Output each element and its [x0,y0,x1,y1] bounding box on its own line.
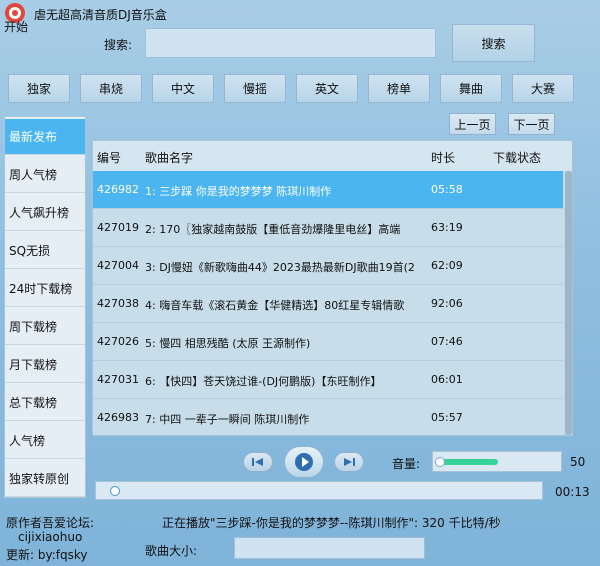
song-name: 1: 三步踩 你是我的梦梦梦 陈琪川制作 [145,185,332,198]
sidebar-item-rising[interactable]: 人气飙升榜 [5,195,85,231]
song-name: 7: 中四 一辈子一瞬间 陈琪川制作 [145,413,310,426]
search-input[interactable] [145,28,436,58]
sidebar-item-sq-lossless[interactable]: SQ无损 [5,233,85,269]
column-header-duration[interactable]: 时长 [431,149,455,166]
table-header: 编号 歌曲名字 时长 下载状态 [93,141,572,171]
sidebar-item-total-downloads[interactable]: 总下载榜 [5,385,85,421]
song-size-field [234,537,425,559]
play-icon [295,453,313,471]
sidebar-item-monthly-downloads[interactable]: 月下载榜 [5,347,85,383]
volume-fill [439,459,498,465]
play-button[interactable] [284,446,324,478]
song-id: 427031 [97,373,139,386]
song-duration: 92:06 [431,297,463,310]
category-button-english[interactable]: 英文 [296,74,358,103]
next-track-button[interactable] [334,452,364,472]
search-button[interactable]: 搜索 [452,24,535,62]
song-duration: 62:09 [431,259,463,272]
song-id: 427026 [97,335,139,348]
table-row[interactable]: 426982 1: 三步踩 你是我的梦梦梦 陈琪川制作 05:58 [93,171,563,209]
search-label: 搜索: [104,38,133,52]
sidebar-item-weekly-downloads[interactable]: 周下载榜 [5,309,85,345]
category-button-slow-rock[interactable]: 慢摇 [224,74,286,103]
prev-page-button[interactable]: 上一页 [449,113,496,135]
table-row[interactable]: 426983 7: 中四 一辈子一瞬间 陈琪川制作 05:57 [93,399,563,435]
column-header-name[interactable]: 歌曲名字 [145,149,193,166]
sidebar-item-popular[interactable]: 人气榜 [5,423,85,459]
progress-slider[interactable] [95,481,543,500]
column-header-id[interactable]: 编号 [97,149,121,166]
sidebar-item-latest[interactable]: 最新发布 [5,119,85,155]
volume-knob[interactable] [435,457,445,467]
start-label[interactable]: 开始 [4,18,28,35]
song-duration: 05:57 [431,411,463,424]
volume-value: 50 [570,455,586,469]
sidebar-item-exclusive-original[interactable]: 独家转原创 [5,461,85,497]
song-name: 4: 嗨音车载《滚石黄金【华健精选】80红星专辑情歌 [145,299,405,312]
author-label: 原作者吾爱论坛: [6,516,95,530]
now-playing-text: 正在播放"三步踩-你是我的梦梦梦--陈琪川制作": 320 千比特/秒 [162,516,501,530]
updated-label: 更新: by:fqsky [6,548,88,562]
column-header-download-status[interactable]: 下载状态 [493,149,541,166]
table-row[interactable]: 427026 5: 慢四 相思残酷 (太原 王源制作) 07:46 [93,323,563,361]
app-title: 虐无超高清音质DJ音乐盒 [34,8,167,22]
previous-track-button[interactable] [243,452,273,472]
category-button-dance[interactable]: 舞曲 [440,74,502,103]
author-name: cijixiaohuo [18,530,83,544]
sidebar: 最新发布 周人气榜 人气飙升榜 SQ无损 24时下载榜 周下载榜 月下载榜 总下… [4,116,86,498]
song-id: 426982 [97,183,139,196]
song-table: 编号 歌曲名字 时长 下载状态 426982 1: 三步踩 你是我的梦梦梦 陈琪… [92,140,573,436]
table-row[interactable]: 427019 2: 170〖独家越南鼓版【重低音劲爆隆里电丝】高端 63:19 [93,209,563,247]
next-page-button[interactable]: 下一页 [508,113,555,135]
song-id: 427019 [97,221,139,234]
song-name: 5: 慢四 相思残酷 (太原 王源制作) [145,337,311,350]
volume-slider[interactable] [432,451,562,472]
table-row[interactable]: 427004 3: DJ慢妞《新歌嗨曲44》2023最热最新DJ歌曲19首(2 … [93,247,563,285]
skip-back-icon [252,458,263,466]
song-name: 6: 【快四】苍天饶过谁-(DJ何鹏版)【东旺制作】 [145,375,382,388]
song-name: 3: DJ慢妞《新歌嗨曲44》2023最热最新DJ歌曲19首(2 [145,261,415,274]
song-id: 427004 [97,259,139,272]
volume-label: 音量: [392,457,421,471]
category-button-charts[interactable]: 榜单 [368,74,430,103]
song-duration: 07:46 [431,335,463,348]
scrollbar-thumb[interactable] [565,171,572,435]
table-row[interactable]: 427038 4: 嗨音车载《滚石黄金【华健精选】80红星专辑情歌 92:06 [93,285,563,323]
progress-knob[interactable] [110,486,120,496]
category-button-contest[interactable]: 大赛 [512,74,574,103]
table-scrollbar[interactable] [564,171,572,435]
song-duration: 63:19 [431,221,463,234]
song-id: 427038 [97,297,139,310]
category-button-exclusive[interactable]: 独家 [8,74,70,103]
category-button-medley[interactable]: 串烧 [80,74,142,103]
skip-forward-icon [344,458,355,466]
song-name: 2: 170〖独家越南鼓版【重低音劲爆隆里电丝】高端 [145,223,401,236]
song-id: 426983 [97,411,139,424]
table-row[interactable]: 427031 6: 【快四】苍天饶过谁-(DJ何鹏版)【东旺制作】 06:01 [93,361,563,399]
category-button-chinese[interactable]: 中文 [152,74,214,103]
sidebar-item-weekly-popular[interactable]: 周人气榜 [5,157,85,193]
song-size-label: 歌曲大小: [145,544,198,558]
song-duration: 05:58 [431,183,463,196]
elapsed-time: 00:13 [555,485,590,499]
song-duration: 06:01 [431,373,463,386]
sidebar-item-24h-downloads[interactable]: 24时下载榜 [5,271,85,307]
